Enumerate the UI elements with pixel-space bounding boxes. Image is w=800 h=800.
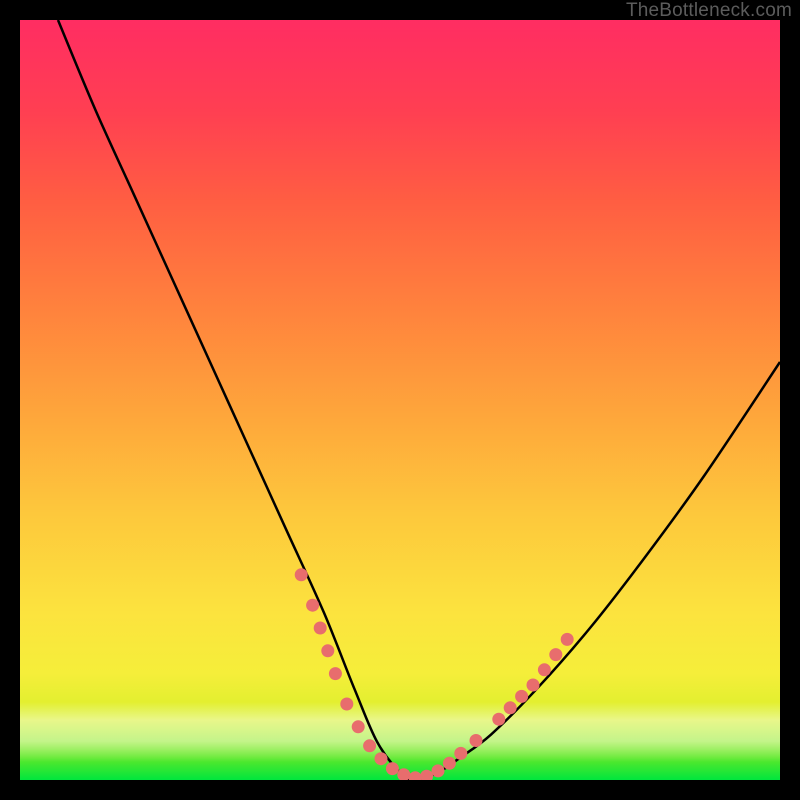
attribution-text: TheBottleneck.com bbox=[626, 0, 792, 22]
chart-frame bbox=[20, 20, 780, 780]
gradient-background bbox=[20, 20, 780, 780]
